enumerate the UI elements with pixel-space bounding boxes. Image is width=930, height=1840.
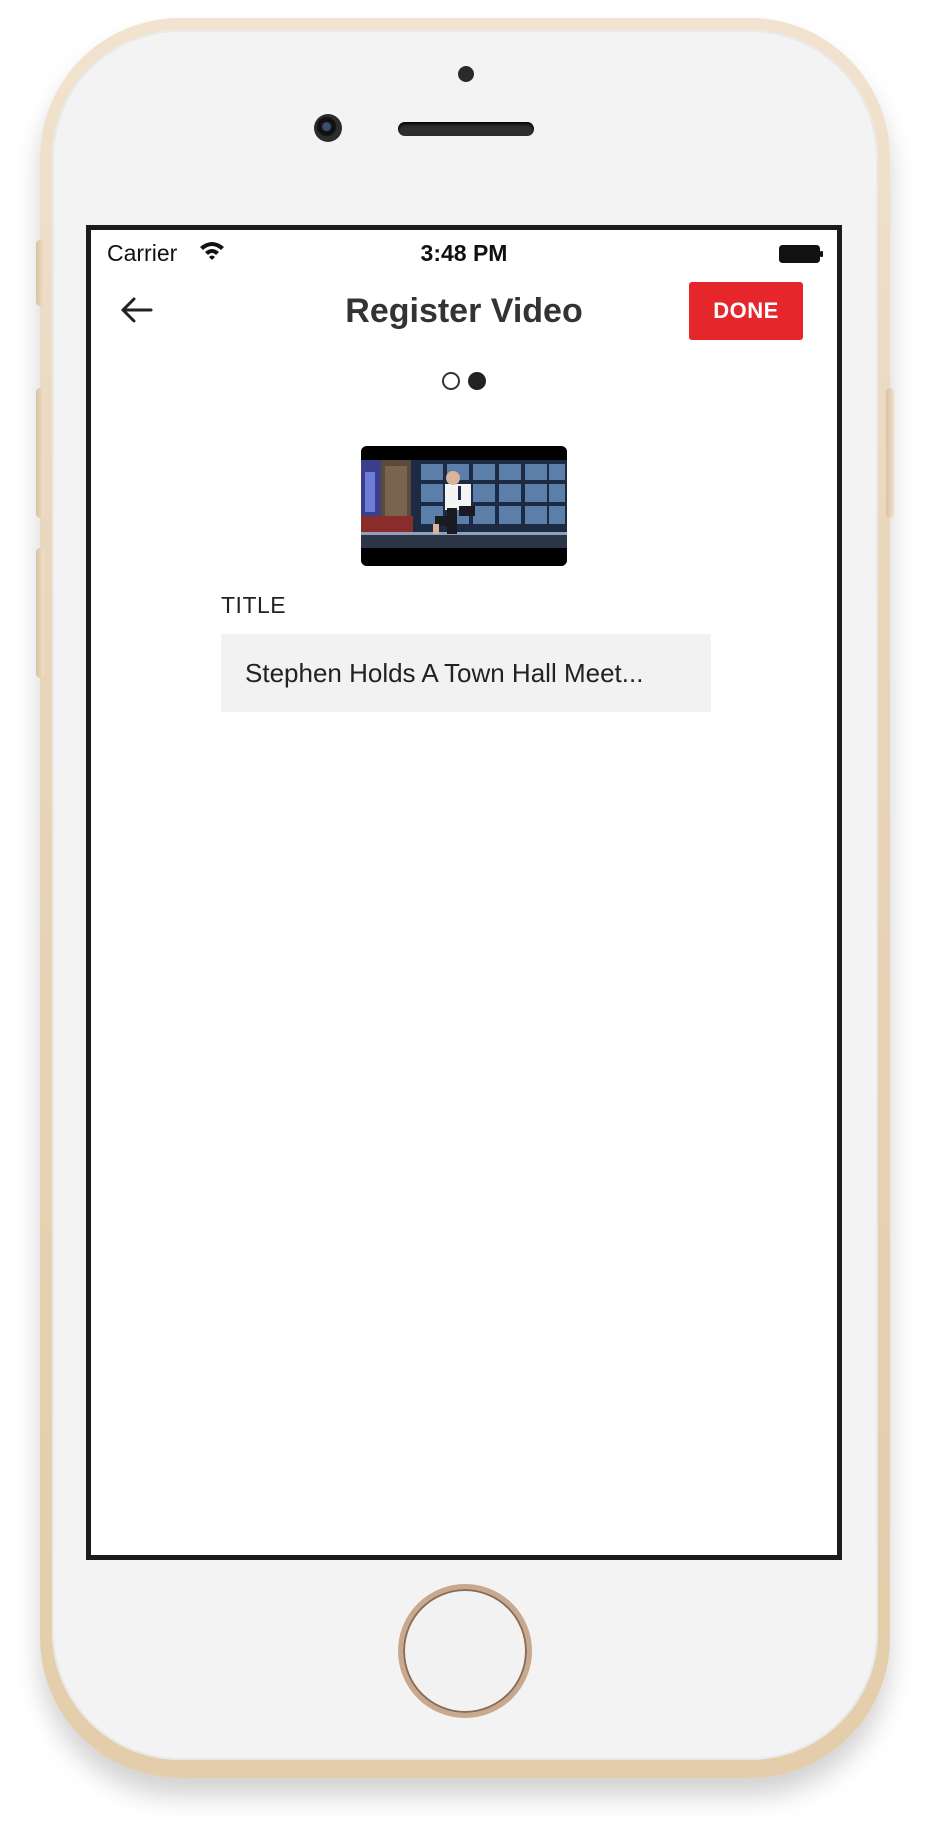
volume-down-button	[36, 548, 44, 678]
page-dot-2[interactable]	[468, 372, 486, 390]
volume-up-button	[36, 388, 44, 518]
video-thumbnail-image	[361, 446, 567, 566]
page-dot-1[interactable]	[442, 372, 460, 390]
front-camera-icon	[314, 114, 342, 142]
silent-switch	[36, 240, 44, 306]
navigation-bar: Register Video DONE	[91, 272, 837, 348]
status-time: 3:48 PM	[420, 240, 508, 266]
status-bar: Carrier 3:48 PM	[91, 230, 837, 272]
page-indicator	[91, 372, 837, 390]
title-input[interactable]: Stephen Holds A Town Hall Meet...	[221, 634, 711, 712]
title-input-value: Stephen Holds A Town Hall Meet...	[245, 657, 644, 688]
done-button[interactable]: DONE	[689, 282, 803, 340]
video-thumbnail[interactable]	[361, 446, 567, 566]
home-button[interactable]	[398, 1584, 532, 1718]
power-button	[886, 388, 894, 518]
battery-icon	[779, 245, 823, 263]
device-frame: Carrier 3:48 PM Register Video DONE TITL…	[0, 0, 930, 1840]
app-screen: Carrier 3:48 PM Register Video DONE TITL…	[86, 225, 842, 1560]
title-label: TITLE	[221, 592, 287, 618]
proximity-sensor	[458, 66, 474, 82]
earpiece-speaker	[398, 122, 534, 136]
